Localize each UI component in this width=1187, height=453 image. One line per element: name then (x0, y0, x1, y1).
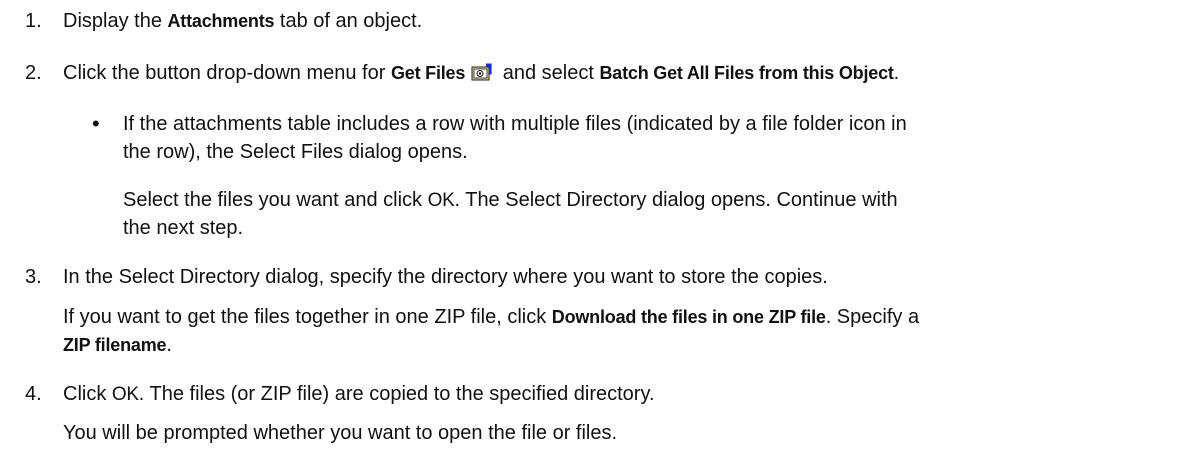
step-2-text: Click the button drop-down menu for Get … (63, 62, 900, 84)
bullet-line-1: If the attachments table includes a row … (123, 113, 907, 135)
step-3-line-2: If you want to get the files together in… (63, 306, 920, 328)
step-3-number: 3. (25, 266, 42, 288)
bullet-follow-line-2: the next step. (123, 217, 244, 239)
instructions-document: 1. Display the Attachments tab of an obj… (0, 0, 1187, 453)
bullet-icon: • (92, 111, 100, 136)
batch-get-all-files-label: Batch Get All Files from this Object (599, 63, 894, 83)
ok-label-step-4: OK (111, 384, 139, 405)
step-3-line-3: ZIP filename. (63, 334, 172, 356)
step-1-text: Display the Attachments tab of an object… (63, 10, 423, 32)
attachments-tab-label: Attachments (167, 11, 275, 31)
get-files-label: Get Files (390, 63, 466, 83)
step-4-number: 4. (25, 383, 42, 405)
get-files-icon (471, 63, 493, 81)
zip-filename-label: ZIP filename (63, 335, 167, 355)
step-4-line-1: Click OK. The files (or ZIP file) are co… (63, 383, 655, 405)
step-3-line-1: In the Select Directory dialog, specify … (63, 266, 828, 288)
ok-label: OK (427, 190, 455, 211)
step-4-line-2: You will be prompted whether you want to… (63, 422, 618, 444)
download-zip-option-label: Download the files in one ZIP file (551, 307, 826, 327)
bullet-line-2: the row), the Select Files dialog opens. (123, 141, 468, 163)
bullet-follow-line-1: Select the files you want and click OK. … (123, 189, 898, 211)
step-1-number: 1. (25, 10, 42, 32)
step-2-number: 2. (25, 62, 42, 84)
